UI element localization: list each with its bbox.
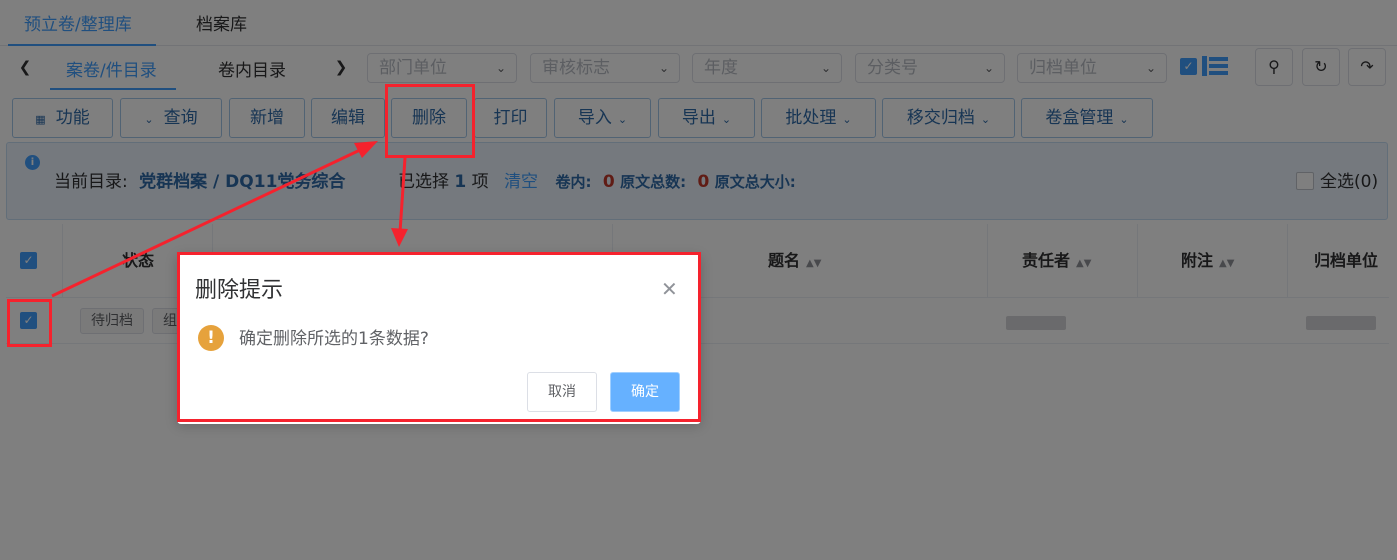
- annotation-arrows: [51, 141, 408, 298]
- arrow-head-icon: [391, 228, 408, 247]
- arrow-line-to-delete: [51, 148, 361, 298]
- arrow-head-icon: [354, 141, 378, 158]
- archive-management-page: 预立卷/整理库 档案库 ❮ 案卷/件目录 卷内目录 ❯ 部门单位 ⌄ 审核标志 …: [0, 0, 1397, 560]
- arrow-line-to-dialog: [398, 157, 407, 233]
